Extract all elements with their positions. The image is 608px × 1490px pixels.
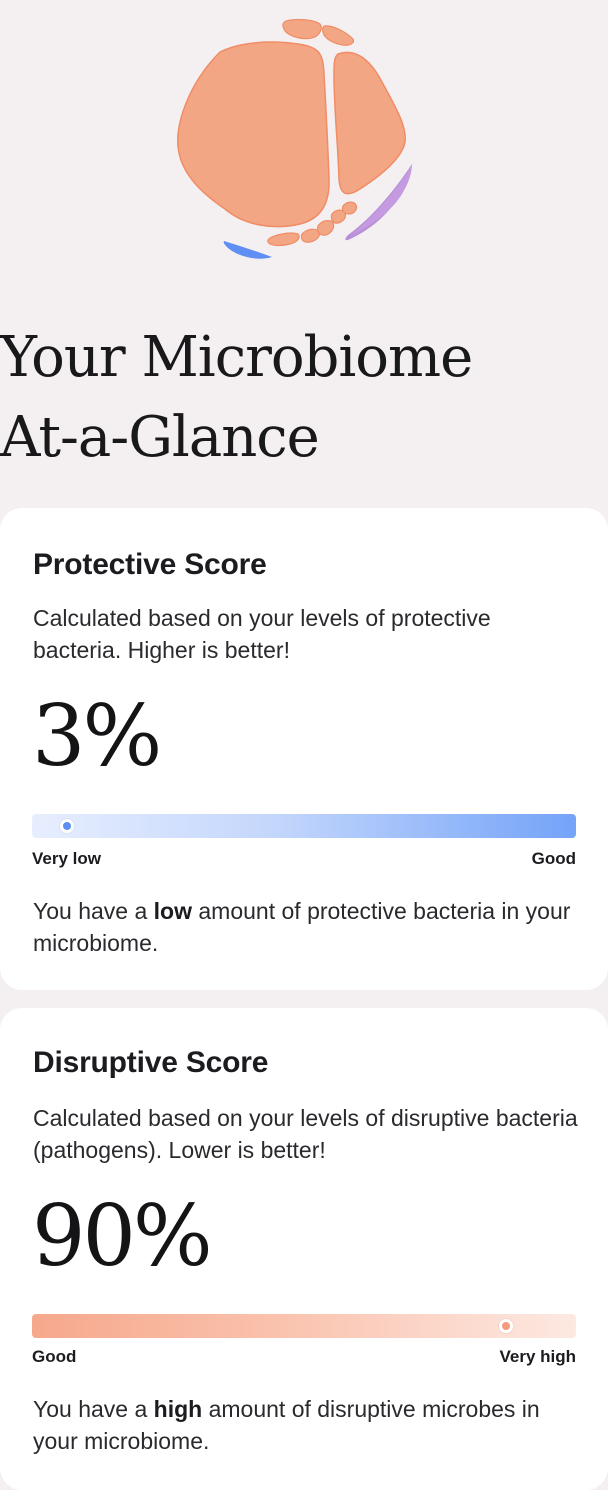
microbiome-cells-illustration (177, 18, 412, 259)
disruptive-score-summary: You have a high amount of disruptive mic… (33, 1393, 583, 1457)
protective-score-value: 3% (32, 687, 162, 785)
disruptive-score-title: Disruptive Score (33, 1046, 269, 1079)
right-cell-shape (333, 51, 406, 195)
disruptive-score-card: Disruptive Score Calculated based on you… (0, 1008, 608, 1490)
chain-cell-shape (341, 201, 358, 215)
disruptive-summary-prefix: You have a (33, 1396, 154, 1422)
top-cell-shape (282, 18, 322, 40)
disruptive-summary-emphasis: high (153, 1396, 203, 1422)
page-title-line-2: At-a-Glance (0, 405, 320, 470)
disruptive-score-bar (32, 1314, 576, 1338)
large-cell-shape (177, 41, 330, 228)
page-title: Your Microbiome At-a-Glance (0, 318, 473, 478)
top-cell-shape (322, 25, 355, 46)
chain-cell-shape (300, 228, 321, 243)
protective-summary-emphasis: low (153, 898, 192, 924)
protective-score-bar (32, 814, 576, 838)
disruptive-score-marker (498, 1319, 513, 1333)
blue-crescent-shape (223, 241, 272, 259)
disruptive-scale-low-label: Good (32, 1347, 77, 1366)
protective-score-card: Protective Score Calculated based on you… (0, 508, 608, 990)
protective-score-marker (60, 819, 75, 833)
protective-scale-high-label: Good (531, 849, 576, 868)
page-title-line-1: Your Microbiome (0, 325, 473, 390)
chain-cell-shape (267, 232, 300, 247)
protective-score-summary: You have a low amount of protective bact… (33, 895, 583, 959)
protective-score-description: Calculated based on your levels of prote… (33, 605, 491, 663)
protective-score-title: Protective Score (33, 548, 267, 581)
protective-scale-low-label: Very low (32, 849, 101, 868)
disruptive-scale-high-label: Very high (499, 1347, 576, 1366)
protective-summary-prefix: You have a (33, 898, 154, 924)
disruptive-score-description: Calculated based on your levels of disru… (33, 1105, 578, 1163)
disruptive-score-value: 90% (32, 1187, 213, 1285)
chain-cell-shape (316, 220, 335, 236)
